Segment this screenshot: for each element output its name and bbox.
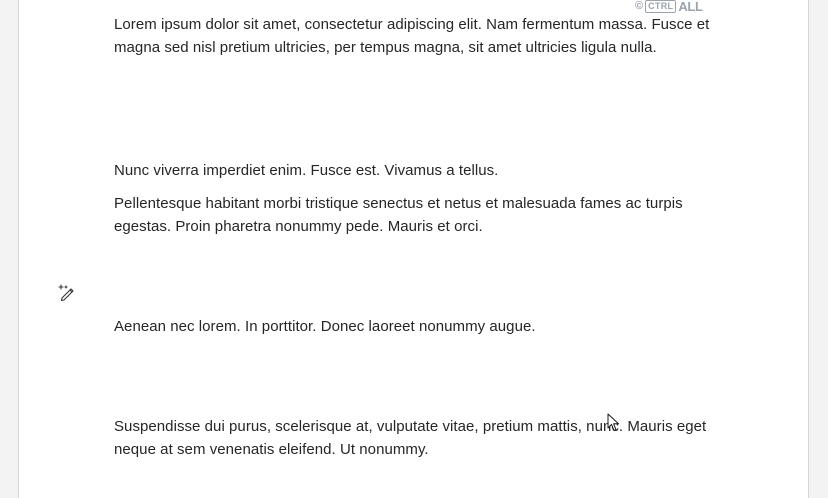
document-page[interactable]: © CTRL ALL Lorem ipsum dolor sit amet, c…	[18, 0, 809, 498]
ctrl-label: CTRL	[645, 0, 677, 13]
mouse-pointer-icon	[607, 413, 621, 433]
ctrl-all-watermark: © CTRL ALL	[635, 0, 703, 14]
document-paragraph[interactable]: Aenean nec lorem. In porttitor. Donec la…	[114, 316, 724, 339]
document-paragraph[interactable]: Lorem ipsum dolor sit amet, consectetur …	[114, 14, 724, 59]
magic-pen-icon[interactable]	[57, 283, 77, 302]
document-paragraph[interactable]: Nunc viverra imperdiet enim. Fusce est. …	[114, 160, 724, 183]
document-paragraph[interactable]: Pellentesque habitant morbi tristique se…	[114, 193, 724, 238]
all-label: ALL	[678, 0, 703, 14]
document-paragraph[interactable]: Suspendisse dui purus, scelerisque at, v…	[114, 416, 724, 461]
copyright-symbol: ©	[635, 0, 644, 12]
